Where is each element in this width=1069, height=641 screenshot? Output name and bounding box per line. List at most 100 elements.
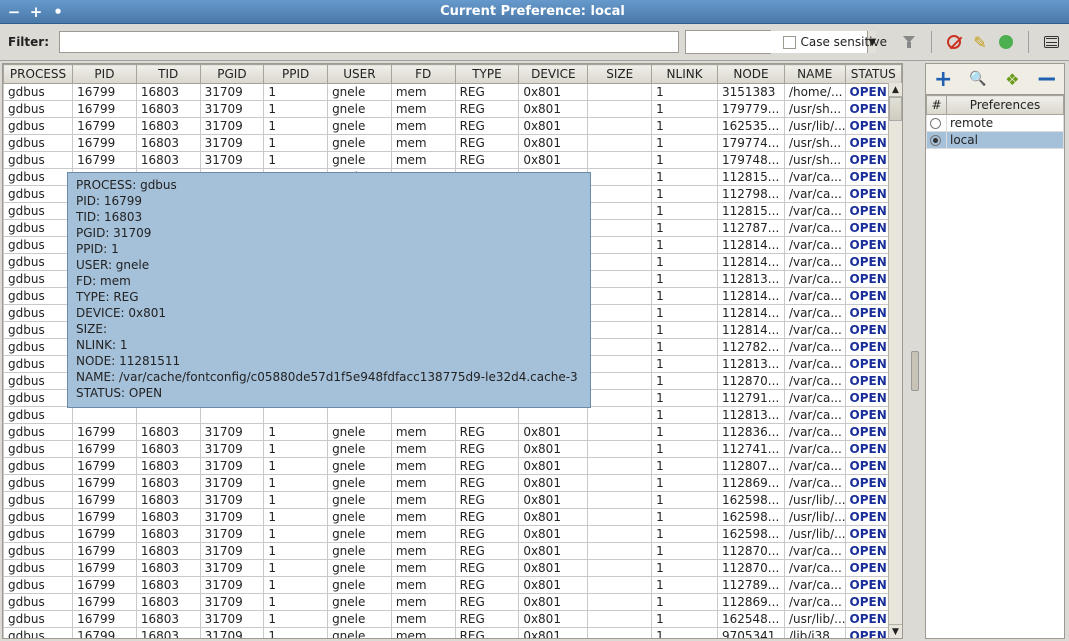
table-row[interactable]: gdbus1679916803317091gnelememREG0x801116… (4, 509, 902, 526)
cell-nlink: 1 (652, 628, 718, 640)
filter-funnel-icon[interactable] (899, 32, 919, 52)
column-header-ppid[interactable]: PPID (264, 65, 328, 84)
cell-fd: mem (391, 577, 455, 594)
menu-icon[interactable] (1041, 32, 1061, 52)
cell-process: gdbus (4, 237, 73, 254)
preferences-list[interactable]: # Preferences remotelocal (925, 95, 1065, 639)
cell-pgid (200, 322, 264, 339)
table-row[interactable]: gdbus1679916803317091gnelememREG0x801111… (4, 594, 902, 611)
cell-fd (391, 305, 455, 322)
pref-col-name[interactable]: Preferences (947, 96, 1064, 115)
table-row[interactable]: gdbus1679916803317091gnelememREG0x801111… (4, 560, 902, 577)
table-row[interactable]: gdbus1679916803317091gnelememREG0x801131… (4, 84, 902, 101)
column-header-status[interactable]: STATUS (845, 65, 902, 84)
clear-icon[interactable] (944, 32, 964, 52)
vertical-scrollbar[interactable]: ▲ ▼ (888, 83, 902, 638)
table-row[interactable]: gdbus1679916803317091gnelememREG0x801111… (4, 186, 902, 203)
table-row[interactable]: gdbus1679916803317091gnelememREG0x801111… (4, 169, 902, 186)
cell-device (519, 322, 588, 339)
scroll-thumb[interactable] (889, 97, 902, 121)
table-row[interactable]: gdbus1679916803317091gnelememREG0x801111… (4, 475, 902, 492)
panel-collapse-bar[interactable] (905, 61, 925, 641)
column-header-node[interactable]: NODE (718, 65, 785, 84)
column-header-type[interactable]: TYPE (455, 65, 519, 84)
add-preference-button[interactable]: + (930, 67, 956, 91)
table-row[interactable]: gdbus1679916803317091gnelememREG0x801111… (4, 458, 902, 475)
table-row[interactable]: gdbus1112815.../var/ca...OPEN (4, 203, 902, 220)
table-row[interactable]: gdbus1112813.../var/ca...OPEN (4, 271, 902, 288)
pref-col-hash[interactable]: # (927, 96, 947, 115)
table-row[interactable]: gdbus1112814.../var/ca...OPEN (4, 305, 902, 322)
cell-user: gnele (328, 441, 392, 458)
table-row[interactable]: gdbus1112814.../var/ca...OPEN (4, 254, 902, 271)
table-row[interactable]: gdbus1679916803317091gnelememREG0x801116… (4, 526, 902, 543)
cell-pgid (200, 305, 264, 322)
cell-pid (73, 373, 137, 390)
table-row[interactable]: gdbus1112814.../var/ca...OPEN (4, 322, 902, 339)
table-row[interactable]: gdbus1679916803317091gnelememREG0x801111… (4, 441, 902, 458)
cell-size (588, 560, 652, 577)
table-row[interactable]: gdbus1679916803317091gnelememREG0x801117… (4, 101, 902, 118)
cell-pid (73, 203, 137, 220)
scroll-up-icon[interactable]: ▲ (889, 83, 902, 97)
table-row[interactable]: gdbus1679916803317091gnelememREG0x801197… (4, 628, 902, 640)
cell-tid: 16803 (136, 169, 200, 186)
cell-ppid (264, 220, 328, 237)
column-header-process[interactable]: PROCESS (4, 65, 73, 84)
table-row[interactable]: gdbus1112813.../var/ca...OPEN (4, 407, 902, 424)
column-header-pid[interactable]: PID (73, 65, 137, 84)
collapse-handle-icon[interactable] (911, 351, 919, 391)
column-header-user[interactable]: USER (328, 65, 392, 84)
duplicate-preference-button[interactable]: ❖ (999, 67, 1025, 91)
maximize-button[interactable]: + (28, 4, 44, 20)
remove-preference-button[interactable]: − (1034, 67, 1060, 91)
preference-item-local[interactable]: local (927, 132, 1064, 149)
column-header-pgid[interactable]: PGID (200, 65, 264, 84)
filter-input[interactable] (59, 31, 679, 53)
column-header-device[interactable]: DEVICE (519, 65, 588, 84)
column-header-fd[interactable]: FD (391, 65, 455, 84)
cell-process: gdbus (4, 186, 73, 203)
column-header-name[interactable]: NAME (784, 65, 845, 84)
table-row[interactable]: gdbus1112870.../var/ca...OPEN (4, 373, 902, 390)
preference-label: local (947, 132, 1064, 149)
table-row[interactable]: gdbus1679916803317091gnelememREG0x801111… (4, 424, 902, 441)
cell-name: /var/ca... (784, 254, 845, 271)
sweep-icon[interactable]: ✎ (970, 32, 990, 52)
process-table[interactable]: PROCESSPIDTIDPGIDPPIDUSERFDTYPEDEVICESIZ… (2, 63, 903, 639)
table-row[interactable]: gdbus1112814.../var/ca...OPEN (4, 237, 902, 254)
column-header-nlink[interactable]: NLINK (652, 65, 718, 84)
more-button[interactable]: • (50, 4, 66, 20)
table-row[interactable]: gdbus1112782.../var/ca...OPEN (4, 339, 902, 356)
table-row[interactable]: gdbus1679916803317091gnelememREG0x801111… (4, 543, 902, 560)
cell-pgid: 31709 (200, 84, 264, 101)
radio-icon[interactable] (930, 118, 941, 129)
filter-column-combo[interactable]: ▼ (685, 30, 771, 54)
table-row[interactable]: gdbus1679916803317091gnelememREG0x801116… (4, 492, 902, 509)
column-header-tid[interactable]: TID (136, 65, 200, 84)
table-row[interactable]: gdbus1112791.../var/ca...OPEN (4, 390, 902, 407)
cell-type: REG (455, 152, 519, 169)
table-row[interactable]: gdbus1112814.../var/ca...OPEN (4, 288, 902, 305)
table-row[interactable]: gdbus1112787.../var/ca...OPEN (4, 220, 902, 237)
table-row[interactable]: gdbus1679916803317091gnelememREG0x801117… (4, 152, 902, 169)
preference-item-remote[interactable]: remote (927, 115, 1064, 132)
cell-fd: mem (391, 152, 455, 169)
table-row[interactable]: gdbus1679916803317091gnelememREG0x801116… (4, 118, 902, 135)
table-row[interactable]: gdbus1679916803317091gnelememREG0x801111… (4, 577, 902, 594)
record-icon[interactable] (996, 32, 1016, 52)
cell-pid: 16799 (73, 118, 137, 135)
case-sensitive-checkbox[interactable]: Case sensitive (777, 35, 893, 49)
minimize-button[interactable]: − (6, 4, 22, 20)
cell-process: gdbus (4, 305, 73, 322)
edit-preference-button[interactable]: 🔍 (965, 67, 991, 91)
table-row[interactable]: gdbus1679916803317091gnelememREG0x801117… (4, 135, 902, 152)
cell-name: /usr/sh... (784, 135, 845, 152)
table-row[interactable]: gdbus1679916803317091gnelememREG0x801116… (4, 611, 902, 628)
cell-ppid (264, 254, 328, 271)
cell-tid (136, 288, 200, 305)
table-row[interactable]: gdbus1112813.../var/ca...OPEN (4, 356, 902, 373)
scroll-down-icon[interactable]: ▼ (889, 624, 902, 638)
radio-icon[interactable] (930, 135, 941, 146)
column-header-size[interactable]: SIZE (588, 65, 652, 84)
